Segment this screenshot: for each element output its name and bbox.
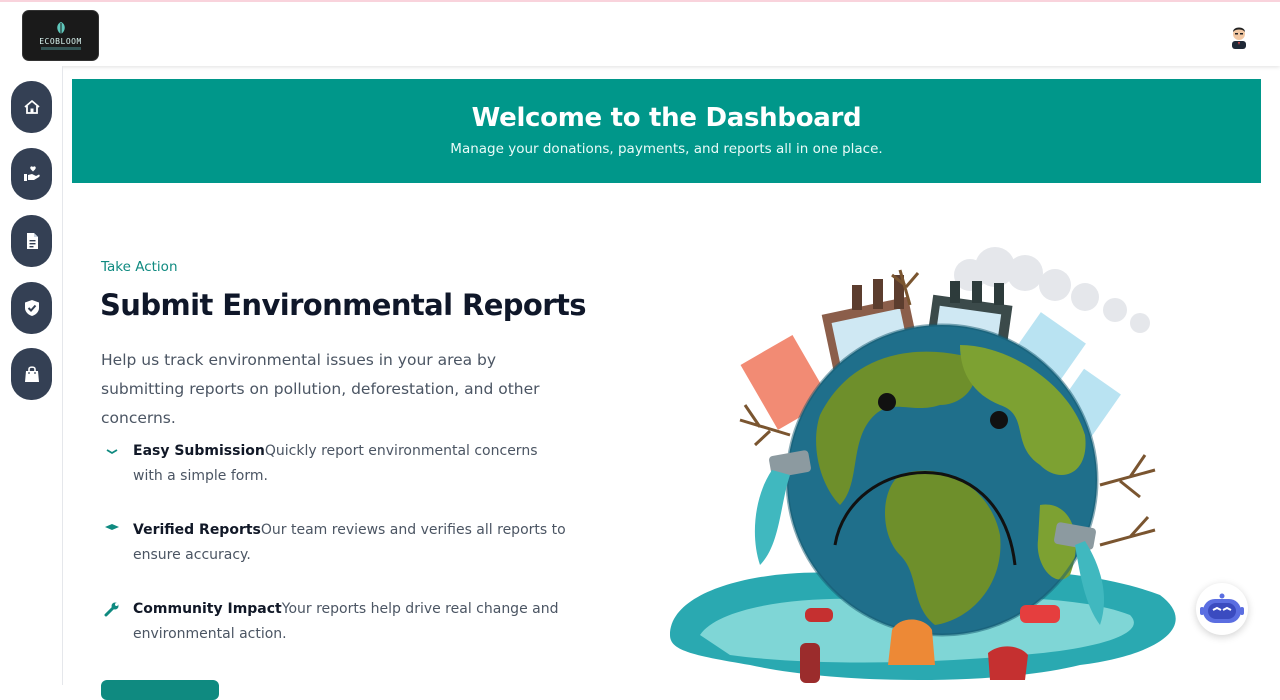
feature-easy-submission: Easy SubmissionQuickly report environmen… [101, 439, 571, 489]
feature-title: Community Impact [133, 601, 282, 617]
sidebar-item-home[interactable] [11, 81, 52, 133]
section-lead: Help us track environmental issues in yo… [101, 351, 540, 427]
submit-report-button[interactable] [101, 680, 219, 700]
logo-tagline-bar [40, 47, 81, 50]
logo-text: ECOBLOOM [39, 37, 82, 46]
welcome-banner: Welcome to the Dashboard Manage your don… [72, 79, 1261, 183]
donate-hand-heart-icon [23, 166, 40, 181]
feature-title: Easy Submission [133, 443, 265, 459]
wrench-icon [103, 600, 121, 618]
diamond-icon [103, 521, 121, 539]
shopping-bag-icon [24, 366, 39, 382]
sidebar [0, 66, 63, 685]
leaf-logo-icon [56, 22, 65, 34]
sidebar-item-donations[interactable] [11, 148, 52, 200]
polluted-earth-illustration [670, 247, 1176, 683]
section-title: Submit Environmental Reports [100, 288, 586, 322]
section-eyebrow: Take Action [101, 259, 178, 275]
report-document-icon [26, 233, 38, 249]
sidebar-item-shop[interactable] [11, 348, 52, 400]
user-avatar-icon[interactable] [1227, 23, 1251, 49]
chatbot-button[interactable] [1196, 583, 1248, 635]
feature-title: Verified Reports [133, 522, 261, 538]
top-navbar: ECOBLOOM [0, 0, 1280, 66]
verified-shield-icon [24, 300, 39, 316]
banner-title: Welcome to the Dashboard [471, 103, 862, 133]
feature-verified-reports: Verified ReportsOur team reviews and ver… [101, 518, 571, 568]
banner-subtitle: Manage your donations, payments, and rep… [450, 141, 883, 157]
chevron-down-icon [103, 442, 121, 460]
home-icon [23, 100, 40, 114]
ecobloom-logo[interactable]: ECOBLOOM [22, 10, 99, 61]
feature-community-impact: Community ImpactYour reports help drive … [101, 597, 571, 647]
robot-icon [1200, 593, 1244, 623]
sidebar-item-reports[interactable] [11, 215, 52, 267]
sidebar-item-verified[interactable] [11, 282, 52, 334]
